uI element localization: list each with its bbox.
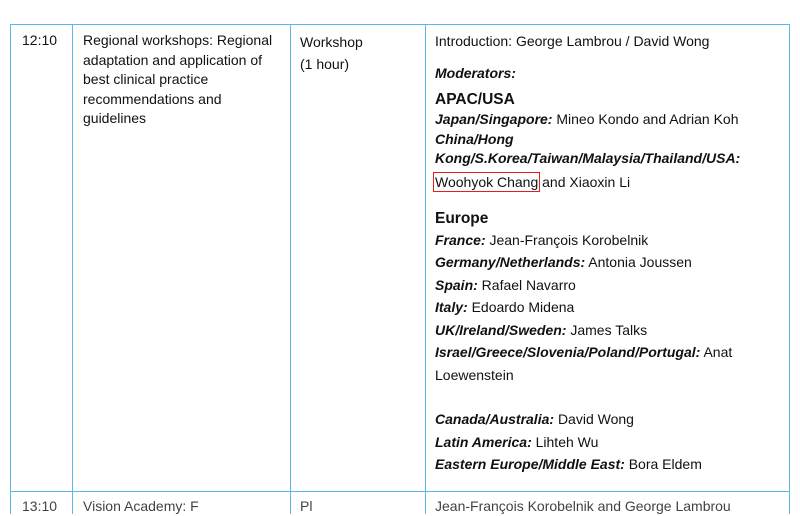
moderators-label: Moderators:: [435, 65, 516, 81]
moderator-entry: Eastern Europe/Middle East: Bora Eldem: [435, 453, 785, 476]
region-label: Canada/Australia:: [435, 411, 555, 427]
moderator-names: and Xiaoxin Li: [538, 173, 631, 190]
moderator-entry: Germany/Netherlands: Antonia Joussen: [435, 251, 785, 274]
moderator-entry: France: Jean-François Korobelnik: [435, 229, 785, 252]
column-divider-1: [72, 24, 73, 514]
moderator-names: Lihteh Wu: [535, 433, 599, 450]
moderator-entry: Italy: Edoardo Midena: [435, 296, 785, 319]
row-top-border: [10, 24, 789, 25]
column-divider-3: [425, 24, 426, 514]
format-duration: (1 hour): [300, 56, 350, 72]
moderator-names: Edoardo Midena: [471, 299, 575, 315]
moderator-names: David Wong: [557, 411, 634, 427]
column-divider-2: [290, 24, 291, 514]
row-bottom-border: [10, 491, 789, 492]
region-label: Japan/Singapore:: [435, 111, 553, 127]
moderator-entry-names: Woohyok Chang and Xiaoxin Li: [432, 170, 785, 194]
region-label: Spain:: [435, 276, 478, 293]
next-row-session: Vision Academy: F: [83, 498, 199, 514]
region-label: Latin America:: [435, 433, 532, 450]
moderator-names: Bora Eldem: [628, 456, 702, 472]
highlighted-name: Woohyok Chang: [432, 171, 541, 192]
region-label-line2: Kong/S.Korea/Taiwan/Malaysia/Thailand/US…: [435, 150, 741, 166]
moderator-entry: Spain: Rafael Navarro: [435, 274, 785, 297]
table-left-border: [10, 24, 11, 514]
moderator-names: Mineo Kondo and Adrian Koh: [556, 111, 739, 127]
moderator-entry: Canada/Australia: David Wong: [435, 408, 785, 431]
region-label: Italy:: [435, 299, 468, 315]
moderator-names: James Talks: [570, 321, 648, 338]
moderator-names: Antonia Joussen: [588, 254, 692, 270]
time-cell: 12:10: [22, 32, 58, 48]
region-label: Eastern Europe/Middle East:: [435, 456, 625, 472]
next-row-format: Pl: [300, 498, 313, 514]
moderator-names: Jean-François Korobelnik: [489, 231, 649, 248]
region-label: France:: [435, 231, 486, 248]
format-label: Workshop: [300, 34, 363, 50]
region-label: Israel/Greece/Slovenia/Poland/Portugal:: [435, 344, 701, 360]
table-right-border: [789, 24, 790, 514]
region-heading-apac: APAC/USA: [435, 91, 515, 108]
detail-cell: Introduction: George Lambrou / David Won…: [432, 31, 785, 476]
introduction-text: Introduction: George Lambrou / David Won…: [435, 33, 710, 49]
moderator-entry: China/Hong Kong/S.Korea/Taiwan/Malaysia/…: [435, 130, 785, 169]
region-label: Germany/Netherlands:: [435, 254, 586, 270]
next-row-time: 13:10: [22, 498, 58, 514]
moderator-entry: UK/Ireland/Sweden: James Talks: [435, 319, 785, 342]
region-label: UK/Ireland/Sweden:: [435, 321, 567, 338]
next-row-detail: Jean-François Korobelnik and George Lamb…: [435, 498, 731, 514]
agenda-table: 12:10 Regional workshops: Regional adapt…: [0, 0, 800, 514]
format-cell: Workshop (1 hour): [300, 31, 420, 75]
moderator-names: Rafael Navarro: [481, 276, 576, 293]
moderator-entry: Japan/Singapore: Mineo Kondo and Adrian …: [435, 110, 785, 130]
region-label-line1: China/Hong: [435, 130, 514, 147]
moderator-entry: Israel/Greece/Slovenia/Poland/Portugal: …: [435, 341, 785, 386]
session-title-cell: Regional workshops: Regional adaptation …: [83, 32, 273, 126]
region-heading-europe: Europe: [435, 209, 489, 227]
moderator-entry: Latin America: Lihteh Wu: [435, 431, 785, 454]
